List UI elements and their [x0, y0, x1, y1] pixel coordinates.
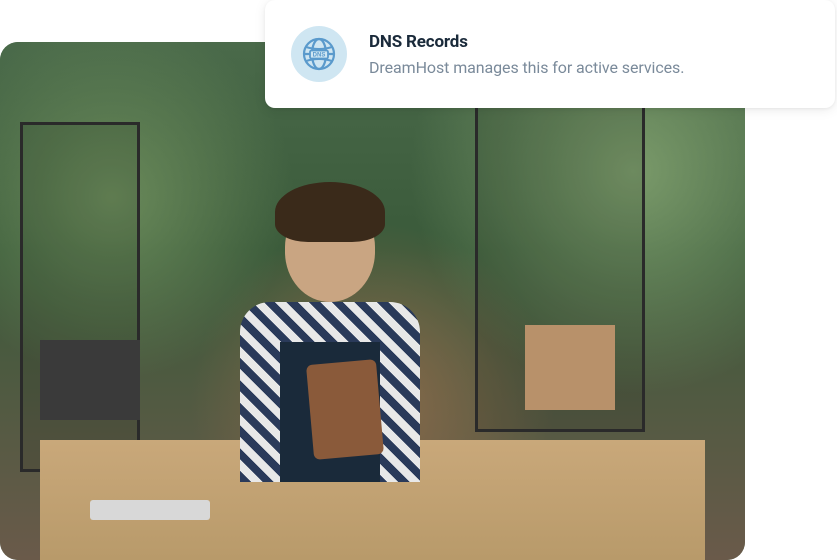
photo-storage-box: [40, 340, 140, 420]
photo-laptop: [90, 500, 210, 520]
card-description: DreamHost manages this for active servic…: [369, 58, 684, 77]
photo-person-hair: [275, 182, 385, 242]
photo-cardboard-box: [525, 325, 615, 410]
photo-person-head: [285, 202, 375, 302]
dns-icon-badge: DNS: [291, 26, 347, 82]
photo-tablet: [306, 359, 384, 460]
svg-text:DNS: DNS: [313, 53, 326, 59]
dns-records-card: DNS DNS Records DreamHost manages this f…: [265, 0, 835, 108]
card-text-group: DNS Records DreamHost manages this for a…: [369, 32, 684, 77]
dns-globe-icon: DNS: [301, 36, 337, 72]
card-title: DNS Records: [369, 32, 684, 52]
hero-photo: [0, 42, 745, 560]
